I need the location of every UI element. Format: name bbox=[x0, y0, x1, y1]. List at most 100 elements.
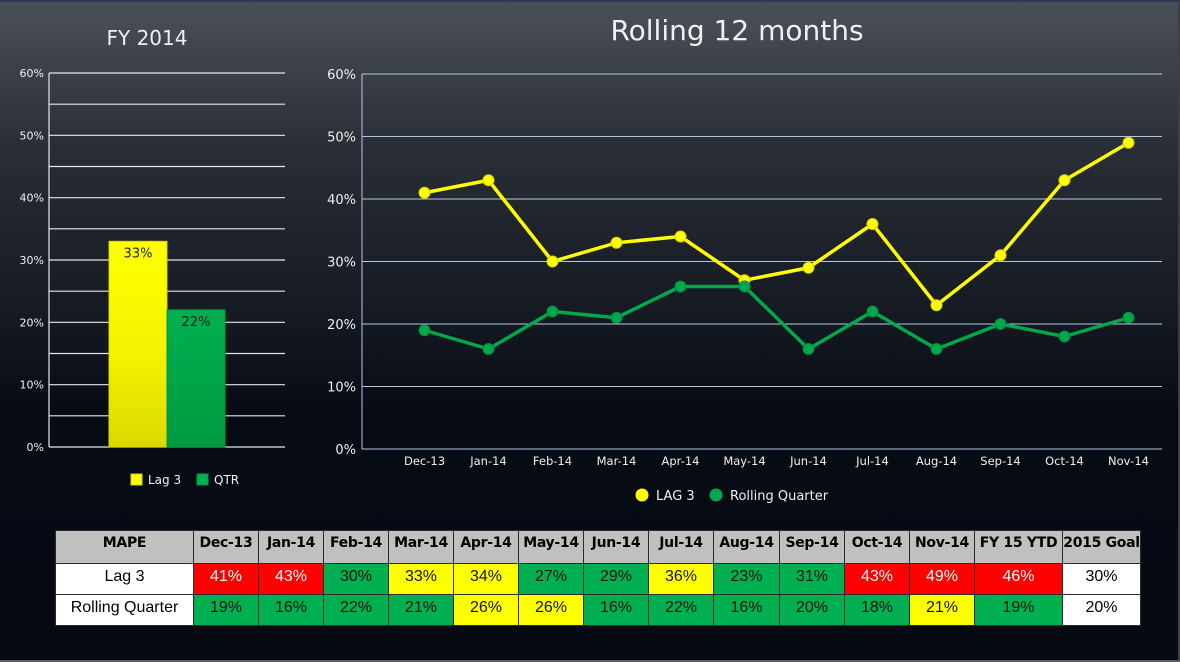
line-xtick-label: Apr-14 bbox=[662, 454, 700, 468]
data-point bbox=[610, 236, 623, 249]
line-xtick-label: May-14 bbox=[723, 454, 765, 468]
table-header-column: Nov-14 bbox=[909, 530, 975, 564]
data-point bbox=[738, 280, 751, 293]
series-line bbox=[424, 141, 1130, 307]
table-row: Lag 3 41% 43% 30% 33% 34% 27% 29% 36% 23% 31% 43% 49… bbox=[55, 563, 1141, 595]
table-cell-green: 22% bbox=[323, 594, 389, 626]
bar-ytick-label: 40% bbox=[20, 192, 44, 205]
table-header-column: Oct-14 bbox=[844, 530, 910, 564]
table-cell-red: 46% bbox=[974, 563, 1063, 595]
data-point bbox=[994, 318, 1007, 330]
table-cell-green: 19% bbox=[193, 594, 259, 626]
bar-data-label: 22% bbox=[182, 315, 211, 330]
table-cell-green: 18% bbox=[844, 594, 910, 626]
line-xtick-label: Sep-14 bbox=[980, 454, 1020, 468]
series-lag3 bbox=[418, 136, 1135, 312]
data-point bbox=[1058, 174, 1071, 187]
data-point bbox=[994, 249, 1007, 262]
legend-swatch-lag3 bbox=[130, 473, 143, 486]
data-point bbox=[1122, 311, 1135, 324]
table-header-column: Mar-14 bbox=[388, 530, 454, 564]
data-point bbox=[802, 261, 815, 274]
bar-ytick-label: 30% bbox=[20, 254, 44, 267]
table-header-column: Dec-13 bbox=[193, 530, 259, 564]
line-ytick-label: 20% bbox=[327, 318, 356, 333]
data-point bbox=[866, 305, 879, 318]
line-ytick-label: 60% bbox=[327, 68, 356, 83]
table-row: Rolling Quarter 19% 16% 22% 21% 26% 26% 16% 22% 1… bbox=[55, 594, 1141, 626]
table-cell-green: 23% bbox=[713, 563, 780, 595]
legend-label: QTR bbox=[214, 473, 239, 487]
table-cell-yellow: 26% bbox=[518, 594, 584, 626]
table-header-column: May-14 bbox=[518, 530, 584, 564]
data-point bbox=[1122, 136, 1135, 149]
line-xtick-label: Nov-14 bbox=[1108, 454, 1149, 468]
bar-ytick-label: 50% bbox=[20, 129, 44, 142]
table-cell-green: 16% bbox=[583, 594, 649, 626]
table-cell-yellow: 36% bbox=[648, 563, 714, 595]
table-header-column: 2015 Goal bbox=[1062, 530, 1141, 564]
data-point bbox=[674, 280, 687, 293]
line-xtick-label: Feb-14 bbox=[533, 454, 572, 468]
table-cell-red: 41% bbox=[193, 563, 259, 595]
table-cell-green: 16% bbox=[258, 594, 324, 626]
line-xtick-label: Jan-14 bbox=[469, 454, 507, 468]
table-cell-green: 21% bbox=[388, 594, 454, 626]
bar-data-label: 33% bbox=[124, 246, 153, 261]
table-header-column: Feb-14 bbox=[323, 530, 389, 564]
table-header-column: Jul-14 bbox=[648, 530, 714, 564]
line-xtick-label: Oct-14 bbox=[1045, 454, 1084, 468]
data-point bbox=[802, 343, 815, 355]
data-point bbox=[1058, 330, 1071, 343]
table-cell-yellow: 34% bbox=[453, 563, 519, 595]
line-xtick-label: Aug-14 bbox=[916, 454, 957, 468]
line-xtick-label: Jun-14 bbox=[789, 454, 827, 468]
series-line bbox=[424, 284, 1129, 351]
bar-ytick-label: 20% bbox=[20, 316, 44, 329]
table-header-column: Sep-14 bbox=[779, 530, 845, 564]
data-point bbox=[418, 324, 431, 337]
table-cell-white: 20% bbox=[1062, 594, 1141, 626]
table-cell-green: 22% bbox=[648, 594, 714, 626]
legend-label: Rolling Quarter bbox=[730, 489, 829, 504]
table-cell-green: 19% bbox=[974, 594, 1063, 626]
data-point bbox=[930, 299, 943, 312]
table-header-column: Aug-14 bbox=[713, 530, 780, 564]
line-ytick-label: 10% bbox=[327, 381, 356, 396]
charts-canvas: FY 2014 0% 10% 20% 30% 40% 50% 60% 33% 22% Lag … bbox=[20, 14, 1162, 504]
table-cell-yellow: 21% bbox=[909, 594, 975, 626]
bar-chart-title: FY 2014 bbox=[107, 26, 188, 50]
fy2014-bar-chart: FY 2014 0% 10% 20% 30% 40% 50% 60% 33% 22% Lag … bbox=[20, 26, 285, 487]
bar-ytick-label: 0% bbox=[27, 441, 44, 454]
table-header-column: FY 15 YTD bbox=[974, 530, 1063, 564]
legend-label: Lag 3 bbox=[148, 473, 181, 487]
line-ytick-label: 50% bbox=[327, 131, 356, 146]
series-rolling-quarter bbox=[418, 280, 1135, 355]
line-xtick-label: Jul-14 bbox=[855, 454, 889, 468]
data-point bbox=[482, 174, 495, 187]
table-cell-white: 30% bbox=[1062, 563, 1141, 595]
rolling-12-months-line-chart: Rolling 12 months 0% 10% 20% 30% 40% 50% 60% D… bbox=[327, 14, 1162, 504]
table-cell-yellow: 26% bbox=[453, 594, 519, 626]
data-point bbox=[930, 343, 943, 355]
data-point bbox=[610, 311, 623, 324]
data-point bbox=[546, 255, 559, 268]
legend-swatch-qtr bbox=[196, 473, 209, 486]
table-header-mape: MAPE bbox=[55, 530, 194, 564]
table-cell-red: 43% bbox=[258, 563, 324, 595]
bar-ytick-label: 60% bbox=[20, 67, 44, 80]
mape-table: MAPE Dec-13 Jan-14 Feb-14 Mar-14 Apr-14 May-14… bbox=[55, 530, 1141, 626]
table-cell-green: 16% bbox=[713, 594, 780, 626]
data-point bbox=[674, 230, 687, 243]
data-point bbox=[482, 343, 495, 355]
bar-ytick-label: 10% bbox=[20, 379, 44, 392]
line-ytick-label: 30% bbox=[327, 256, 356, 271]
bar-qtr bbox=[166, 309, 226, 448]
table-cell-green: 30% bbox=[323, 563, 389, 595]
table-cell-yellow: 33% bbox=[388, 563, 454, 595]
line-xtick-label: Dec-13 bbox=[404, 454, 445, 468]
table-cell-green: 31% bbox=[779, 563, 845, 595]
table-cell-green: 29% bbox=[583, 563, 649, 595]
line-chart-title: Rolling 12 months bbox=[610, 14, 863, 47]
line-ytick-label: 0% bbox=[335, 443, 356, 458]
